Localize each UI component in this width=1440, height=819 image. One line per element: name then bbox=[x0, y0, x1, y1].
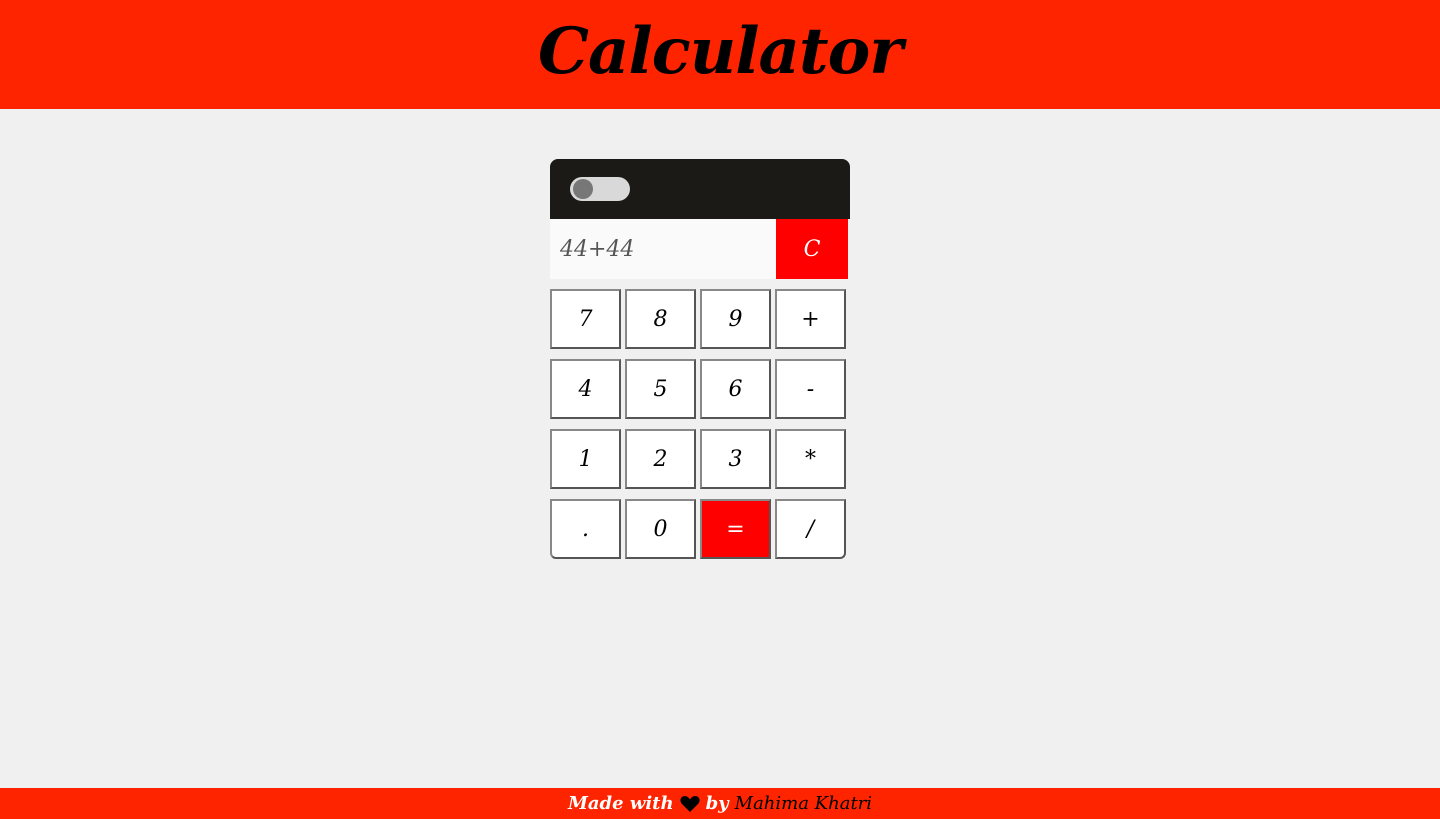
key-4[interactable]: 4 bbox=[550, 359, 621, 419]
heart-icon bbox=[680, 795, 700, 813]
key-8[interactable]: 8 bbox=[625, 289, 696, 349]
key-5[interactable]: 5 bbox=[625, 359, 696, 419]
page-header: Calculator bbox=[0, 0, 1440, 109]
key-multiply[interactable]: * bbox=[775, 429, 846, 489]
footer-made-with: Made with bbox=[567, 793, 674, 814]
key-divide[interactable]: / bbox=[775, 499, 846, 559]
key-6[interactable]: 6 bbox=[700, 359, 771, 419]
equals-button[interactable]: = bbox=[700, 499, 771, 559]
theme-toggle[interactable] bbox=[570, 177, 630, 201]
calculator-top-bar bbox=[550, 159, 850, 219]
key-plus[interactable]: + bbox=[775, 289, 846, 349]
key-1[interactable]: 1 bbox=[550, 429, 621, 489]
key-minus[interactable]: - bbox=[775, 359, 846, 419]
calculator-display[interactable] bbox=[550, 219, 776, 279]
footer-author-link[interactable]: Mahima Khatri bbox=[735, 793, 872, 814]
key-7[interactable]: 7 bbox=[550, 289, 621, 349]
key-9[interactable]: 9 bbox=[700, 289, 771, 349]
page-footer: Made with by Mahima Khatri bbox=[0, 788, 1440, 819]
footer-by: by bbox=[705, 793, 729, 814]
clear-button[interactable]: C bbox=[776, 219, 848, 279]
calculator: C 7 8 9 + 4 5 6 - 1 2 3 * . 0 = / bbox=[550, 159, 850, 560]
toggle-knob bbox=[573, 179, 593, 199]
page-title: Calculator bbox=[538, 14, 903, 89]
key-3[interactable]: 3 bbox=[700, 429, 771, 489]
key-decimal[interactable]: . bbox=[550, 499, 621, 559]
key-2[interactable]: 2 bbox=[625, 429, 696, 489]
key-0[interactable]: 0 bbox=[625, 499, 696, 559]
